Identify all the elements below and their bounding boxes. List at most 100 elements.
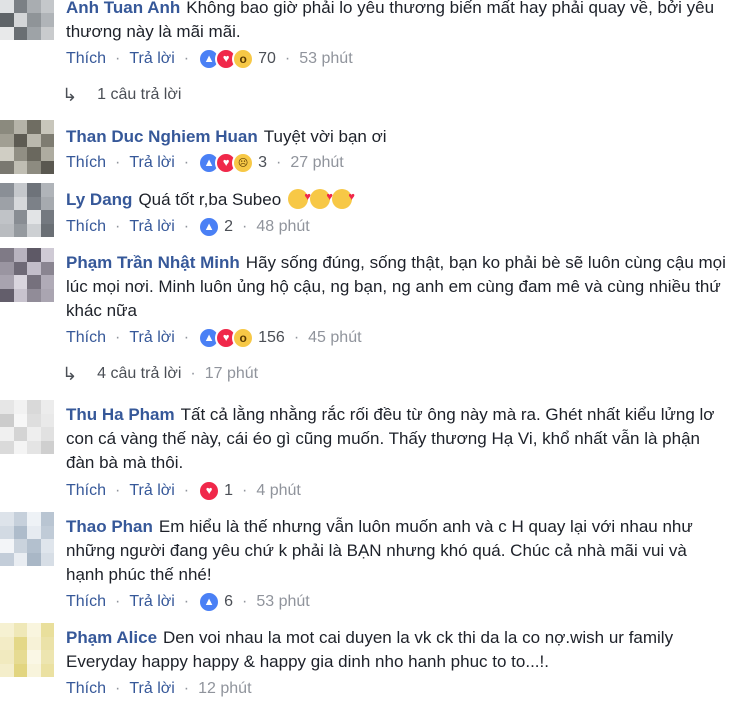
separator: · <box>190 365 196 382</box>
avatar[interactable] <box>0 248 54 302</box>
replies-count[interactable]: 4 câu trả lời <box>97 365 181 383</box>
separator: · <box>115 593 121 610</box>
comment-text: Thu Ha Pham Tất cả lằng nhằng rắc rối đều… <box>66 403 728 475</box>
reaction-count[interactable]: 2 <box>224 218 233 236</box>
kiss-emoji-icon <box>309 185 333 209</box>
reply-button[interactable]: Trả lời <box>129 593 174 611</box>
avatar[interactable] <box>0 0 54 40</box>
separator: · <box>183 154 190 171</box>
comment-body: Quá tốt r,ba Subeo <box>138 190 282 209</box>
comment-actions: Thích · Trả lời · ▲ ♥ o 156 · 45 phút <box>66 327 362 349</box>
replies-timestamp: 17 phút <box>204 365 259 382</box>
comment-body: Tuyệt vời bạn ơi <box>263 127 387 146</box>
comment-actions: Thích · Trả lời · ▲ 2 · 48 phút <box>66 216 310 238</box>
comment-text: Phạm Trần Nhật Minh Hãy sống đúng, sống t… <box>66 251 728 323</box>
reaction-count[interactable]: 1 <box>224 482 233 500</box>
comment-actions: Thích · Trả lời · 12 phút <box>66 678 252 700</box>
reaction-count[interactable]: 6 <box>224 593 233 611</box>
comment-actions: Thích · Trả lời · ♥ 1 · 4 phút <box>66 480 301 502</box>
separator: · <box>183 680 190 697</box>
separator: · <box>276 154 282 171</box>
timestamp[interactable]: 53 phút <box>256 593 309 611</box>
comment-author[interactable]: Than Duc Nghiem Huan <box>66 127 258 146</box>
timestamp[interactable]: 53 phút <box>299 50 352 68</box>
love-reaction-icon: ♥ <box>198 480 221 502</box>
kiss-emoji-icon <box>331 185 355 209</box>
reactions[interactable]: ▲ ♥ o <box>198 48 255 70</box>
timestamp[interactable]: 48 phút <box>256 218 309 236</box>
reactions[interactable]: ▲ ♥ ☹ <box>198 152 255 174</box>
separator: · <box>115 50 121 67</box>
avatar[interactable] <box>0 183 54 237</box>
timestamp[interactable]: 4 phút <box>256 482 300 500</box>
separator: · <box>242 218 248 235</box>
timestamp[interactable]: 12 phút <box>198 680 251 698</box>
separator: · <box>183 50 190 67</box>
reactions[interactable]: ▲ <box>198 216 221 238</box>
comment-author[interactable]: Ly Dang <box>66 190 132 209</box>
like-button[interactable]: Thích <box>66 593 106 611</box>
separator: · <box>115 154 121 171</box>
like-button[interactable]: Thích <box>66 154 106 172</box>
comment-actions: Thích · Trả lời · ▲ ♥ ☹ 3 · 27 phút <box>66 152 344 174</box>
reactions[interactable]: ▲ ♥ o <box>198 327 255 349</box>
like-button[interactable]: Thích <box>66 218 106 236</box>
timestamp[interactable]: 45 phút <box>308 329 361 347</box>
wow-reaction-icon: o <box>232 48 255 70</box>
comment-author[interactable]: Anh Tuan Anh <box>66 0 180 17</box>
comment-body: Em hiểu là thế nhưng vẫn luôn muốn anh v… <box>66 517 693 584</box>
avatar[interactable] <box>0 512 54 566</box>
like-button[interactable]: Thích <box>66 329 106 347</box>
separator: · <box>183 218 190 235</box>
comment-author[interactable]: Phạm Alice <box>66 628 157 647</box>
reaction-count[interactable]: 3 <box>258 154 267 172</box>
separator: · <box>115 218 121 235</box>
reply-button[interactable]: Trả lời <box>129 154 174 172</box>
separator: · <box>284 50 291 67</box>
avatar[interactable] <box>0 120 54 174</box>
reactions[interactable]: ▲ <box>198 591 221 613</box>
separator: · <box>183 329 190 346</box>
kiss-emoji-icon <box>287 185 311 209</box>
reaction-count[interactable]: 70 <box>258 50 276 68</box>
reactions[interactable]: ♥ <box>198 480 221 502</box>
reply-arrow-icon: ↳ <box>62 84 78 105</box>
sad-reaction-icon: ☹ <box>232 152 255 174</box>
like-button[interactable]: Thích <box>66 680 106 698</box>
comment-author[interactable]: Phạm Trần Nhật Minh <box>66 253 240 272</box>
comment-author[interactable]: Thao Phan <box>66 517 153 536</box>
view-replies[interactable]: ↳ 1 câu trả lời <box>62 84 181 106</box>
reply-button[interactable]: Trả lời <box>129 680 174 698</box>
separator: · <box>183 593 190 610</box>
comment-text: Thao Phan Em hiểu là thế nhưng vẫn luôn m… <box>66 515 728 587</box>
separator: · <box>242 482 248 499</box>
comment-text: Phạm Alice Den voi nhau la mot cai duyen … <box>66 626 728 674</box>
comment-actions: Thích · Trả lời · ▲ 6 · 53 phút <box>66 591 310 613</box>
separator: · <box>115 482 121 499</box>
reply-arrow-icon: ↳ <box>62 363 78 384</box>
like-reaction-icon: ▲ <box>198 216 221 238</box>
wow-reaction-icon: o <box>232 327 255 349</box>
comment-body: Den voi nhau la mot cai duyen la vk ck t… <box>66 628 674 671</box>
avatar[interactable] <box>0 623 54 677</box>
timestamp[interactable]: 27 phút <box>290 154 343 172</box>
separator: · <box>242 593 248 610</box>
comment-author[interactable]: Thu Ha Pham <box>66 405 175 424</box>
comment-text: Anh Tuan Anh Không bao giờ phải lo yêu th… <box>66 0 728 44</box>
reaction-count[interactable]: 156 <box>258 329 285 347</box>
separator: · <box>293 329 300 346</box>
comment-text: Than Duc Nghiem Huan Tuyệt vời bạn ơi <box>66 125 728 149</box>
comment-actions: Thích · Trả lời · ▲ ♥ o 70 · 53 phút <box>66 48 353 70</box>
reply-button[interactable]: Trả lời <box>129 218 174 236</box>
reply-button[interactable]: Trả lời <box>129 329 174 347</box>
comment-text: Ly Dang Quá tốt r,ba Subeo <box>66 185 728 212</box>
like-button[interactable]: Thích <box>66 482 106 500</box>
replies-count[interactable]: 1 câu trả lời <box>97 86 181 104</box>
separator: · <box>115 329 121 346</box>
reply-button[interactable]: Trả lời <box>129 482 174 500</box>
reply-button[interactable]: Trả lời <box>129 50 174 68</box>
like-button[interactable]: Thích <box>66 50 106 68</box>
like-reaction-icon: ▲ <box>198 591 221 613</box>
avatar[interactable] <box>0 400 54 454</box>
view-replies[interactable]: ↳ 4 câu trả lời · 17 phút <box>62 363 258 385</box>
